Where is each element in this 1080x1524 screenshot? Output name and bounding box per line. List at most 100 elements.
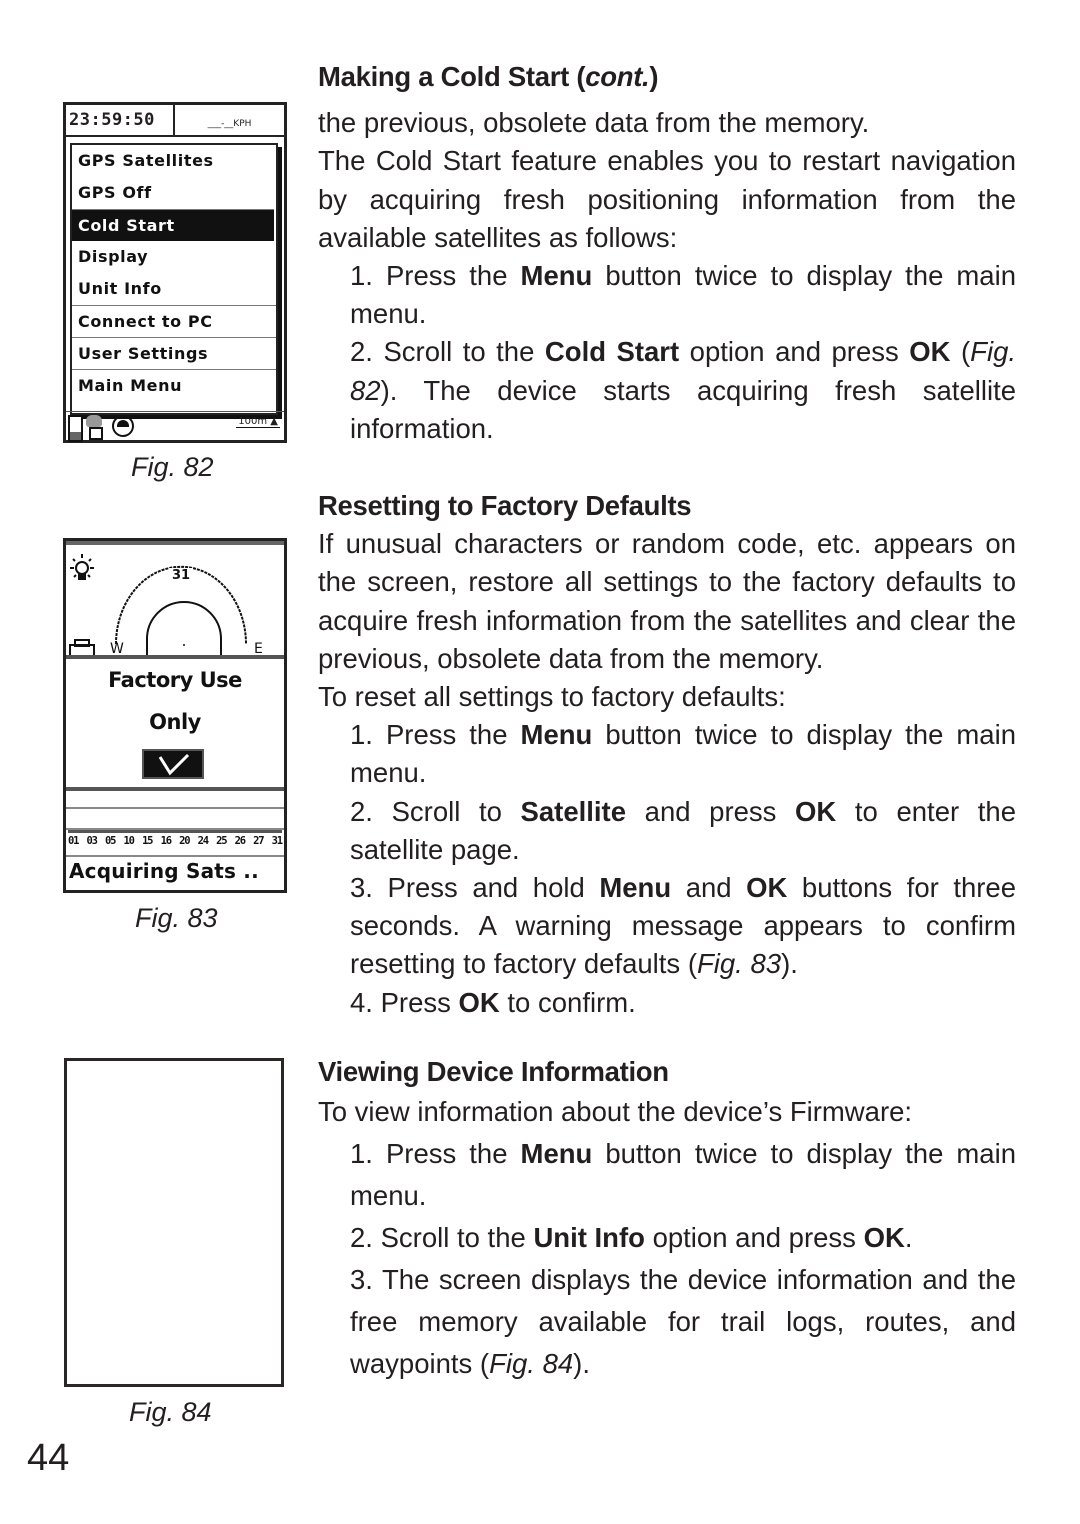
text-run: to confirm. xyxy=(499,986,636,1018)
fig83-caption: Fig. 83 xyxy=(135,903,218,933)
step-2: 2. Scroll to the Cold Start option and p… xyxy=(318,333,1016,448)
figure-reference: cont. xyxy=(585,61,650,92)
menu-item-connect-to-pc[interactable]: Connect to PC xyxy=(72,305,276,337)
scale-label: 100m xyxy=(238,416,268,427)
confirm-button[interactable] xyxy=(142,749,204,779)
section-heading: Resetting to Factory Defaults xyxy=(318,490,692,521)
text-run: Making a Cold Start xyxy=(318,61,569,92)
dialog-line-1: Factory Use xyxy=(108,668,242,692)
page-number: 44 xyxy=(27,1437,70,1479)
bold-term: OK xyxy=(458,986,500,1018)
bold-term: Unit Info xyxy=(533,1222,645,1254)
fig84-caption: Fig. 84 xyxy=(129,1397,212,1427)
bold-term: Menu xyxy=(599,872,672,904)
menu-item-main-menu[interactable]: Main Menu xyxy=(72,369,276,401)
text-run: and press xyxy=(626,795,796,827)
text-run: Press xyxy=(380,986,459,1018)
paragraph: To reset all settings to factory default… xyxy=(318,681,786,713)
signal-icon-base xyxy=(89,427,103,440)
menu-item-display[interactable]: Display xyxy=(72,241,276,273)
acquiring-status: Acquiring Sats .. xyxy=(69,859,259,883)
satellite-number: 03 xyxy=(86,835,98,847)
bold-term: OK xyxy=(909,336,951,368)
satellite-number: 25 xyxy=(216,835,227,847)
step-3: 3. Press and hold Menu and OK buttons fo… xyxy=(318,869,1016,984)
step-1: 1. Press the Menu button twice to displa… xyxy=(318,1133,1016,1217)
gps-main-menu: GPS Satellites GPS Off Cold Start Displa… xyxy=(70,143,278,415)
text-run: ( xyxy=(950,336,971,368)
bold-term: OK xyxy=(795,795,837,827)
paragraph: the previous, obsolete data from the mem… xyxy=(318,107,870,139)
text-run: ). xyxy=(781,948,798,980)
divider xyxy=(66,855,284,857)
step-1: 1. Press the Menu button twice to displa… xyxy=(318,716,1016,792)
step-1: 1. Press the Menu button twice to displa… xyxy=(318,257,1016,333)
satellite-number: 05 xyxy=(105,835,116,847)
fig82-device-screen: 23:59:50 ___-__KPH GPS Satellites GPS Of… xyxy=(63,102,287,443)
satellite-number: 31 xyxy=(271,835,283,847)
bold-term: Menu xyxy=(520,719,593,751)
paragraph: The Cold Start feature enables you to re… xyxy=(318,145,1016,253)
text-run: 3. xyxy=(350,872,373,904)
menu-item-user-settings[interactable]: User Settings xyxy=(72,337,276,369)
inner-horizon-arc xyxy=(146,601,222,657)
status-header: 23:59:50 ___-__KPH xyxy=(66,105,284,137)
text-run: . xyxy=(904,1222,913,1254)
backlight-icon xyxy=(70,554,94,580)
text-run: 1. xyxy=(350,260,373,292)
satellite-31: 31 xyxy=(172,568,190,583)
text-run: Press the xyxy=(385,260,521,292)
fig84-placeholder xyxy=(64,1058,284,1387)
figure-reference: Fig. 84 xyxy=(489,1348,574,1380)
satellite-number: 27 xyxy=(253,835,264,847)
satellite-number: 10 xyxy=(123,835,135,847)
fig83-device-screen: 31 W E Factory Use Only 01 03 05 10 15 1… xyxy=(63,538,287,893)
text-run: 1. xyxy=(350,1138,373,1170)
satellite-number: 20 xyxy=(179,835,190,847)
section-device-info: Viewing Device Information To view infor… xyxy=(318,1053,1016,1385)
section-heading: Viewing Device Information xyxy=(318,1056,669,1087)
text-run: Press the xyxy=(385,719,521,751)
text-run: Press the xyxy=(385,1138,521,1170)
text-run: ). The device starts acquiring fresh sat… xyxy=(350,374,1016,444)
speed-readout: ___-__KPH xyxy=(207,119,252,129)
text-run: Press and hold xyxy=(387,872,600,904)
text-run: Scroll to the xyxy=(380,1222,534,1254)
battery-icon xyxy=(68,415,83,442)
step-2: 2. Scroll to Satellite and press OK to e… xyxy=(318,793,1016,869)
text-run: option and press xyxy=(679,336,910,368)
checkmark-icon xyxy=(158,753,190,776)
text-run: option and press xyxy=(644,1222,864,1254)
paragraph: If unusual characters or random code, et… xyxy=(318,528,1016,674)
text-run: Scroll to xyxy=(391,795,521,827)
text-run: and xyxy=(671,872,747,904)
divider xyxy=(66,807,284,809)
satellite-number: 01 xyxy=(68,835,79,847)
bold-term: OK xyxy=(863,1222,905,1254)
text-run: 3. xyxy=(350,1264,373,1296)
menu-item-gps-off[interactable]: GPS Off xyxy=(72,177,276,209)
clock-readout: 23:59:50 xyxy=(66,105,175,135)
menu-item-gps-satellites[interactable]: GPS Satellites xyxy=(72,145,276,177)
menu-item-cold-start[interactable]: Cold Start xyxy=(72,209,274,241)
text-run: 2. xyxy=(350,336,373,368)
north-arrow-icon: ▲ xyxy=(270,416,278,427)
section-factory-reset: Resetting to Factory Defaults If unusual… xyxy=(318,487,1016,1022)
text-run: 2. xyxy=(350,1222,373,1254)
text-run: Scroll to the xyxy=(383,336,545,368)
text-run: 2. xyxy=(350,795,373,827)
section-cold-start: Making a Cold Start (cont.) the previous… xyxy=(318,58,1016,448)
step-4: 4. Press OK to confirm. xyxy=(318,984,1016,1022)
text-run: 4. xyxy=(350,986,373,1018)
satellite-number: 15 xyxy=(142,835,153,847)
bold-term: Satellite xyxy=(520,795,627,827)
text-run: ). xyxy=(573,1348,590,1380)
step-3: 3. The screen displays the device inform… xyxy=(318,1259,1016,1385)
figure-reference: Fig. 83 xyxy=(696,948,782,980)
section-heading: Making a Cold Start (cont.) xyxy=(318,61,659,92)
factory-warning-dialog: Factory Use Only xyxy=(66,655,284,791)
map-scale: 100m ▲ xyxy=(236,416,280,428)
sky-view: 31 W E xyxy=(69,554,263,658)
menu-item-unit-info[interactable]: Unit Info xyxy=(72,273,276,305)
satellite-number: 26 xyxy=(234,835,246,847)
